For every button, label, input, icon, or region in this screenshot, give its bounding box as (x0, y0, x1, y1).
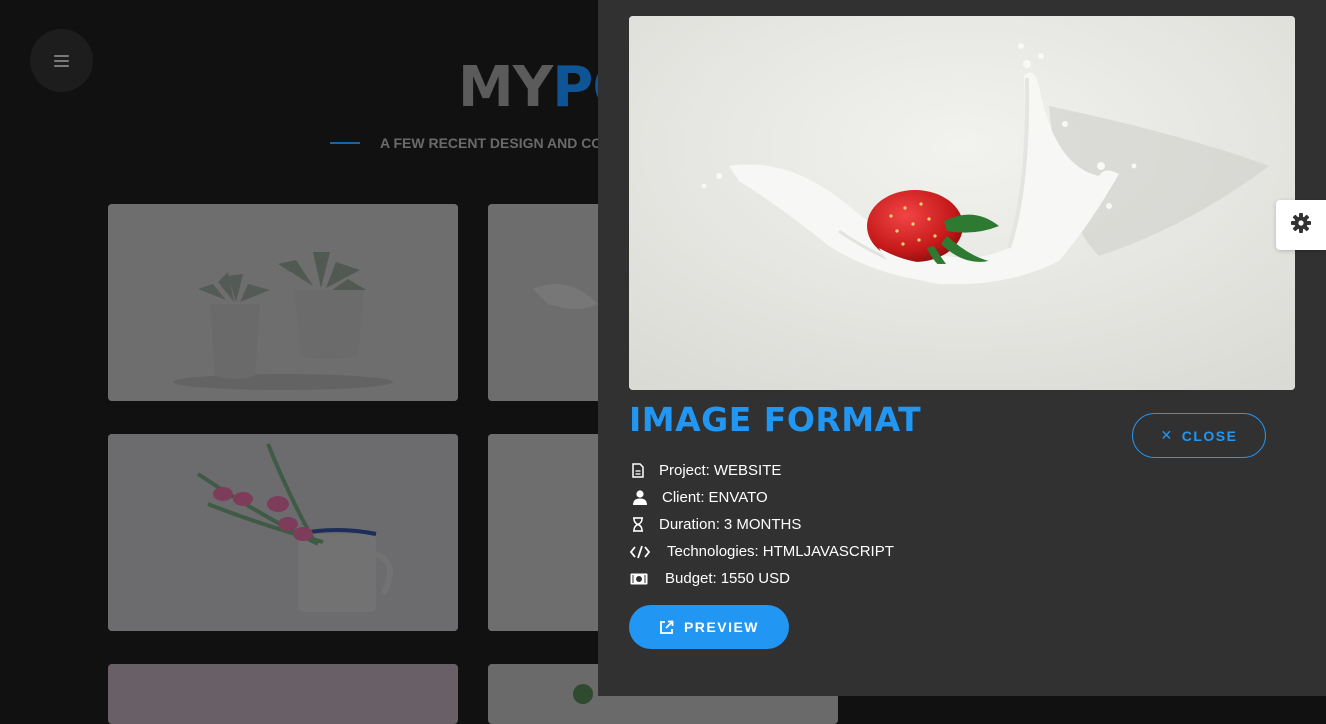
meta-duration: Duration: 3 MONTHS (629, 511, 894, 538)
meta-technologies-label: Technologies: (667, 543, 759, 560)
hero-image-strawberry-milk-splash (629, 16, 1295, 390)
meta-budget: Budget: 1550 USD (629, 565, 894, 592)
external-link-icon (659, 620, 674, 635)
close-button[interactable]: ✕ CLOSE (1132, 413, 1266, 458)
succulents-image[interactable] (108, 204, 458, 401)
user-icon (631, 490, 649, 505)
gear-icon (1290, 212, 1312, 239)
meta-project-label: Project: (659, 462, 710, 479)
document-icon (629, 463, 647, 478)
hamburger-icon (54, 54, 69, 67)
meta-duration-value: 3 MONTHS (723, 516, 802, 533)
code-icon (629, 545, 651, 559)
money-icon (629, 573, 649, 585)
meta-project-value: WEBSITE (713, 462, 782, 479)
preview-button-label: PREVIEW (683, 619, 760, 635)
meta-project: Project: WEBSITE (629, 457, 894, 484)
meta-client-label: Client: (662, 489, 705, 506)
meta-client-value: ENVATO (708, 489, 768, 506)
menu-button[interactable] (30, 29, 93, 92)
meta-client: Client: ENVATO (629, 484, 894, 511)
project-detail-panel: IMAGE FORMAT ✕ CLOSE Project: WEBSITE Cl… (598, 0, 1326, 696)
close-button-label: CLOSE (1181, 427, 1238, 444)
meta-budget-label: Budget: (665, 570, 717, 587)
portfolio-image-5[interactable] (108, 664, 458, 724)
portfolio-subtitle: A FEW RECENT DESIGN AND COD (380, 135, 613, 151)
preview-button[interactable]: PREVIEW (629, 605, 789, 649)
meta-duration-label: Duration: (659, 516, 720, 533)
meta-technologies: Technologies: HTMLJAVASCRIPT (629, 538, 894, 565)
project-title: IMAGE FORMAT (629, 400, 922, 439)
meta-budget-value: 1550 USD (720, 570, 790, 587)
tulips-mug-image[interactable] (108, 434, 458, 631)
meta-technologies-value: HTMLJAVASCRIPT (762, 543, 894, 560)
settings-button[interactable] (1276, 200, 1326, 250)
hourglass-icon (629, 517, 647, 532)
project-meta-list: Project: WEBSITE Client: ENVATO Duration… (629, 457, 894, 592)
subtitle-divider (330, 142, 360, 144)
close-icon: ✕ (1160, 427, 1174, 443)
